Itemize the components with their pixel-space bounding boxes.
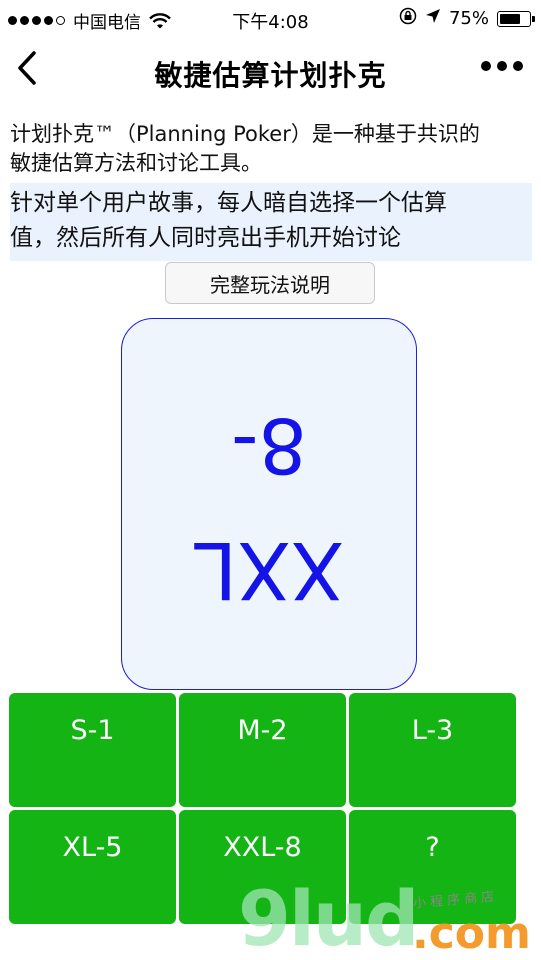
app-screen: 中国电信 下午4:08 75% 敏捷估算计划扑克 计划扑克™（Planning … [0,0,541,960]
option-button-unknown[interactable]: ? [349,810,516,924]
back-button[interactable] [12,48,48,92]
orientation-lock-icon [399,7,417,30]
intro-text: 计划扑克™（Planning Poker）是一种基于共识的 敏捷估算方法和讨论工… [10,120,532,178]
card-value: 8- [231,401,307,490]
instruction-line-1: 针对单个用户故事，每人暗自选择一个估算 [10,190,447,216]
status-bar: 中国电信 下午4:08 75% [0,0,541,36]
instruction-line-2: 值，然后所有人同时亮出手机开始讨论 [10,225,401,251]
option-button-xl[interactable]: XL-5 [9,810,176,924]
option-button-xxl[interactable]: XXL-8 [179,810,346,924]
nav-bar: 敏捷估算计划扑克 [0,36,541,106]
intro-line-2: 敏捷估算方法和讨论工具。 [10,151,262,175]
full-rules-button[interactable]: 完整玩法说明 [165,262,375,304]
battery-icon [497,10,535,27]
estimate-card[interactable]: 8- XXL [121,318,417,690]
chevron-left-icon [18,51,36,85]
instruction-highlight: 针对单个用户故事，每人暗自选择一个估算 值，然后所有人同时亮出手机开始讨论 [10,183,532,261]
location-arrow-icon [425,8,441,29]
size-options-grid: S-1 M-2 L-3 XL-5 XXL-8 ? [9,693,516,925]
card-size: XXL [193,524,345,614]
option-button-m[interactable]: M-2 [179,693,346,807]
option-button-s[interactable]: S-1 [9,693,176,807]
page-title: 敏捷估算计划扑克 [154,59,387,92]
option-button-l[interactable]: L-3 [349,693,516,807]
intro-line-1: 计划扑克™（Planning Poker）是一种基于共识的 [10,122,480,146]
battery-percent: 75% [448,8,489,29]
more-options-icon[interactable] [481,61,523,71]
